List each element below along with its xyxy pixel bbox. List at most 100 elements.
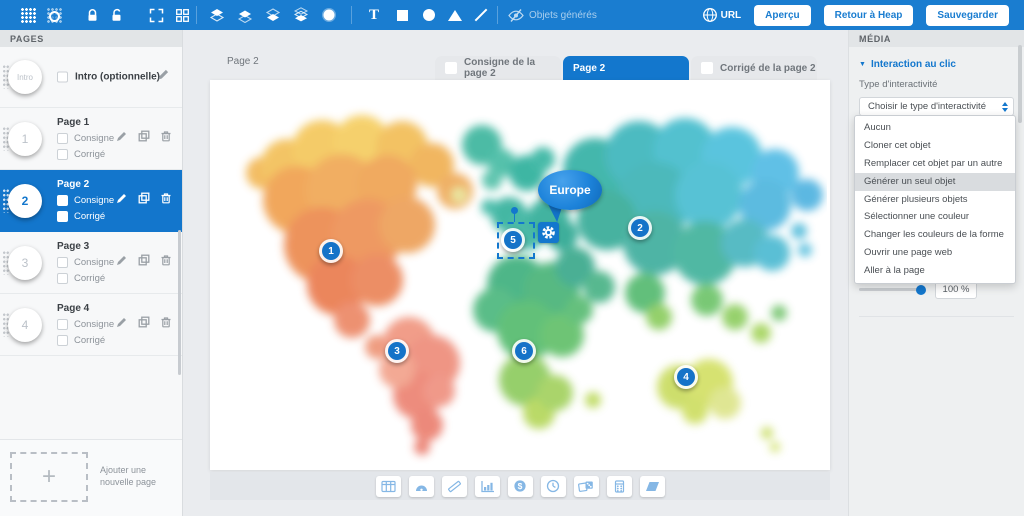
page-thumb-intro[interactable]: Intro xyxy=(8,60,42,94)
corrige-checkbox[interactable] xyxy=(57,335,68,346)
map-marker-2[interactable]: 2 xyxy=(628,216,652,240)
consigne-checkbox[interactable] xyxy=(57,257,68,268)
tab-label: Consigne de la page 2 xyxy=(464,57,561,79)
square-tool-icon[interactable] xyxy=(394,7,410,23)
duplicate-icon[interactable] xyxy=(138,316,150,328)
opacity-circle-icon[interactable] xyxy=(321,7,337,23)
chart-tool-button[interactable] xyxy=(475,476,500,497)
tab-corrige[interactable]: Corrigé de la page 2 xyxy=(691,56,817,80)
delete-icon[interactable] xyxy=(160,316,172,328)
selection-box[interactable] xyxy=(497,222,535,259)
consigne-checkbox[interactable] xyxy=(57,195,68,206)
circle-tool-icon[interactable] xyxy=(421,7,437,23)
table-tool-button[interactable] xyxy=(376,476,401,497)
line-tool-icon[interactable] xyxy=(473,7,489,23)
duplicate-icon[interactable] xyxy=(138,130,150,142)
triangle-tool-icon[interactable] xyxy=(447,7,463,23)
map-marker-1[interactable]: 1 xyxy=(319,239,343,263)
interactivity-select[interactable]: Choisir le type d'interactivité xyxy=(859,97,1014,116)
dropdown-option[interactable]: Aucun xyxy=(855,119,1015,137)
url-button[interactable]: URL xyxy=(702,7,742,23)
page-row-3[interactable]: 3 Page 3 Consigne Corrigé xyxy=(0,232,182,294)
tab-checkbox[interactable] xyxy=(445,62,457,74)
tab-consigne[interactable]: Consigne de la page 2 xyxy=(435,56,561,80)
ruler-tool-button[interactable] xyxy=(442,476,467,497)
delete-icon[interactable] xyxy=(160,130,172,142)
edit-icon[interactable] xyxy=(116,192,128,204)
opacity-slider-thumb[interactable] xyxy=(916,285,926,295)
preview-button[interactable]: Aperçu xyxy=(754,5,810,26)
dropdown-option[interactable]: Sélectionner une couleur xyxy=(855,208,1015,226)
dropdown-option[interactable]: Générer plusieurs objets xyxy=(855,191,1015,209)
page-row-intro[interactable]: Intro Intro (optionnelle) xyxy=(0,47,182,108)
corrige-checkbox[interactable] xyxy=(57,211,68,222)
edit-icon[interactable] xyxy=(116,254,128,266)
opacity-slider[interactable] xyxy=(859,288,925,291)
text-tool-icon[interactable]: T xyxy=(366,7,382,23)
edit-icon[interactable] xyxy=(116,130,128,142)
panel-scrollbar[interactable] xyxy=(1018,45,1022,123)
duplicate-icon[interactable] xyxy=(138,192,150,204)
page-row-4[interactable]: 4 Page 4 Consigne Corrigé xyxy=(0,294,182,356)
sidebar-scrollbar[interactable] xyxy=(178,230,181,375)
edit-icon[interactable] xyxy=(116,316,128,328)
page-thumb-1[interactable]: 1 xyxy=(8,122,42,156)
grid-settings-icon[interactable] xyxy=(46,7,62,23)
dropdown-option[interactable]: Ouvrir une page web xyxy=(855,244,1015,262)
pages-panel-title: PAGES xyxy=(0,30,182,47)
protractor-tool-button[interactable] xyxy=(409,476,434,497)
page-title: Page 3 xyxy=(57,241,114,252)
corrige-checkbox[interactable] xyxy=(57,149,68,160)
bring-to-front-icon[interactable] xyxy=(209,7,225,23)
marker-settings-button[interactable] xyxy=(538,222,559,243)
dropdown-option[interactable]: Cloner cet objet xyxy=(855,137,1015,155)
add-page-section: + Ajouter une nouvelle page xyxy=(0,439,182,516)
money-tool-button[interactable]: $ xyxy=(508,476,533,497)
page-thumb-2[interactable]: 2 xyxy=(8,184,42,218)
rotation-handle[interactable] xyxy=(511,207,518,214)
canvas-page-label: Page 2 xyxy=(227,56,259,67)
consigne-checkbox[interactable] xyxy=(57,133,68,144)
send-backward-icon[interactable] xyxy=(265,7,281,23)
corrige-checkbox[interactable] xyxy=(57,273,68,284)
europe-speech-bubble[interactable]: Europe xyxy=(538,170,602,210)
map-marker-4[interactable]: 4 xyxy=(674,365,698,389)
shape-tool-button[interactable] xyxy=(640,476,665,497)
dropdown-option[interactable]: Changer les couleurs de la forme xyxy=(855,226,1015,244)
duplicate-icon[interactable] xyxy=(138,254,150,266)
back-to-heap-button[interactable]: Retour à Heap xyxy=(824,5,914,26)
lock-icon[interactable] xyxy=(84,7,100,23)
grid-icon[interactable] xyxy=(20,7,36,23)
save-button[interactable]: Sauvegarder xyxy=(926,5,1009,26)
select-value: Choisir le type d'interactivité xyxy=(868,101,986,112)
ungroup-icon[interactable] xyxy=(174,7,190,23)
dropdown-option[interactable]: Aller à la page xyxy=(855,262,1015,280)
consigne-checkbox[interactable] xyxy=(57,319,68,330)
page-thumb-4[interactable]: 4 xyxy=(8,308,42,342)
tab-checkbox[interactable] xyxy=(701,62,713,74)
intro-checkbox[interactable] xyxy=(57,72,68,83)
page-thumb-3[interactable]: 3 xyxy=(8,246,42,280)
dropdown-option[interactable]: Générer un seul objet xyxy=(855,173,1015,191)
tab-page-2[interactable]: Page 2 xyxy=(563,56,689,80)
page-canvas[interactable] xyxy=(210,80,830,470)
add-page-button[interactable]: + xyxy=(10,452,88,502)
gear-icon xyxy=(541,225,556,240)
dice-tool-button[interactable] xyxy=(574,476,599,497)
delete-icon[interactable] xyxy=(160,192,172,204)
send-to-back-icon[interactable] xyxy=(293,7,309,23)
map-marker-3[interactable]: 3 xyxy=(385,339,409,363)
page-row-1[interactable]: 1 Page 1 Consigne Corrigé xyxy=(0,108,182,170)
page-row-2-selected[interactable]: 2 Page 2 Consigne Corrigé xyxy=(0,170,182,232)
dropdown-option[interactable]: Remplacer cet objet par un autre xyxy=(855,155,1015,173)
clock-tool-button[interactable] xyxy=(541,476,566,497)
expand-selection-icon[interactable] xyxy=(148,7,164,23)
bring-forward-icon[interactable] xyxy=(237,7,253,23)
unlock-icon[interactable] xyxy=(108,7,124,23)
calculator-tool-button[interactable] xyxy=(607,476,632,497)
generated-objects-visibility-icon[interactable] xyxy=(508,7,524,23)
map-marker-6[interactable]: 6 xyxy=(512,339,536,363)
interaction-section-toggle[interactable]: ▼ Interaction au clic xyxy=(859,59,1014,70)
delete-icon[interactable] xyxy=(160,254,172,266)
edit-icon[interactable] xyxy=(157,68,170,86)
